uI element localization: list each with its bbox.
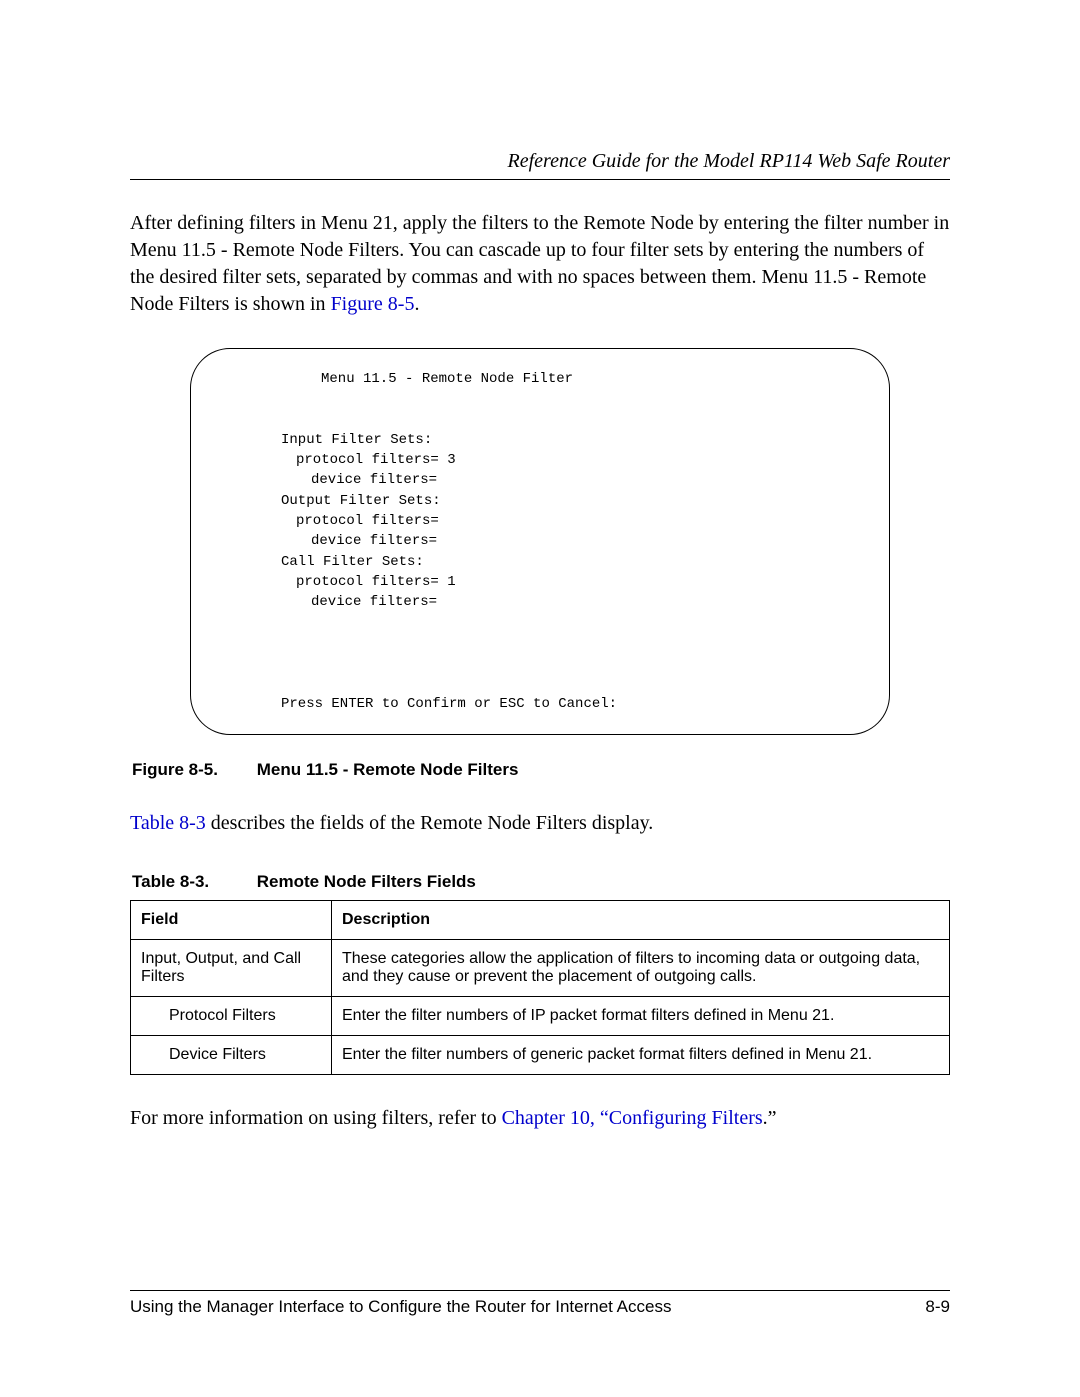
cell-desc-2: Enter the filter numbers of generic pack… bbox=[332, 1036, 950, 1075]
call-device: device filters= bbox=[221, 592, 859, 612]
input-protocol: protocol filters= 3 bbox=[221, 450, 859, 470]
footer-right: 8-9 bbox=[925, 1297, 950, 1317]
more-info-after: .” bbox=[763, 1107, 777, 1129]
input-device: device filters= bbox=[221, 470, 859, 490]
output-header: Output Filter Sets: bbox=[221, 491, 859, 511]
running-header: Reference Guide for the Model RP114 Web … bbox=[130, 150, 950, 173]
th-description: Description bbox=[332, 901, 950, 940]
table-caption-label: Table 8-3. bbox=[132, 872, 252, 892]
blank-line-2 bbox=[221, 633, 859, 653]
table-reference-link[interactable]: Table 8-3 bbox=[130, 812, 206, 834]
figure-caption: Figure 8-5. Menu 11.5 - Remote Node Filt… bbox=[132, 760, 950, 780]
footer-line: Using the Manager Interface to Configure… bbox=[130, 1297, 950, 1317]
input-header: Input Filter Sets: bbox=[221, 430, 859, 450]
table-intro-after: describes the fields of the Remote Node … bbox=[206, 812, 654, 834]
blank-line-3 bbox=[221, 673, 859, 693]
figure-caption-label: Figure 8-5. bbox=[132, 760, 252, 780]
th-field: Field bbox=[131, 901, 332, 940]
intro-after: . bbox=[414, 293, 419, 315]
menu-footer: Press ENTER to Confirm or ESC to Cancel: bbox=[221, 694, 859, 714]
cell-field-1-text: Protocol Filters bbox=[141, 1007, 276, 1025]
figure-reference-link[interactable]: Figure 8-5 bbox=[331, 293, 415, 315]
cell-desc-1: Enter the filter numbers of IP packet fo… bbox=[332, 997, 950, 1036]
table-caption: Table 8-3. Remote Node Filters Fields bbox=[132, 872, 950, 892]
call-header: Call Filter Sets: bbox=[221, 552, 859, 572]
table-row: Device Filters Enter the filter numbers … bbox=[131, 1036, 950, 1075]
cell-field-2-text: Device Filters bbox=[141, 1046, 266, 1064]
table-row: Protocol Filters Enter the filter number… bbox=[131, 997, 950, 1036]
footer-left: Using the Manager Interface to Configure… bbox=[130, 1297, 671, 1317]
more-info-paragraph: For more information on using filters, r… bbox=[130, 1105, 950, 1132]
footer-rule bbox=[130, 1290, 950, 1291]
cell-field-0: Input, Output, and Call Filters bbox=[131, 940, 332, 997]
call-protocol: protocol filters= 1 bbox=[221, 572, 859, 592]
header-rule bbox=[130, 179, 950, 180]
menu-display-box: Menu 11.5 - Remote Node Filter Input Fil… bbox=[190, 348, 890, 735]
fields-table: Field Description Input, Output, and Cal… bbox=[130, 900, 950, 1075]
more-info-before: For more information on using filters, r… bbox=[130, 1107, 502, 1129]
figure-caption-text: Menu 11.5 - Remote Node Filters bbox=[257, 760, 519, 779]
cell-field-2: Device Filters bbox=[131, 1036, 332, 1075]
table-header-row: Field Description bbox=[131, 901, 950, 940]
table-caption-text: Remote Node Filters Fields bbox=[257, 872, 476, 891]
intro-paragraph: After defining filters in Menu 21, apply… bbox=[130, 210, 950, 318]
page-footer: Using the Manager Interface to Configure… bbox=[130, 1290, 950, 1317]
table-intro-paragraph: Table 8-3 describes the fields of the Re… bbox=[130, 810, 950, 837]
output-protocol: protocol filters= bbox=[221, 511, 859, 531]
output-device: device filters= bbox=[221, 531, 859, 551]
cell-field-1: Protocol Filters bbox=[131, 997, 332, 1036]
menu-title: Menu 11.5 - Remote Node Filter bbox=[221, 369, 859, 389]
intro-text: After defining filters in Menu 21, apply… bbox=[130, 212, 949, 315]
page: Reference Guide for the Model RP114 Web … bbox=[0, 0, 1080, 1397]
cell-desc-0: These categories allow the application o… bbox=[332, 940, 950, 997]
blank-line bbox=[221, 410, 859, 430]
table-row: Input, Output, and Call Filters These ca… bbox=[131, 940, 950, 997]
chapter-reference-link[interactable]: Chapter 10, “Configuring Filters bbox=[502, 1107, 763, 1129]
